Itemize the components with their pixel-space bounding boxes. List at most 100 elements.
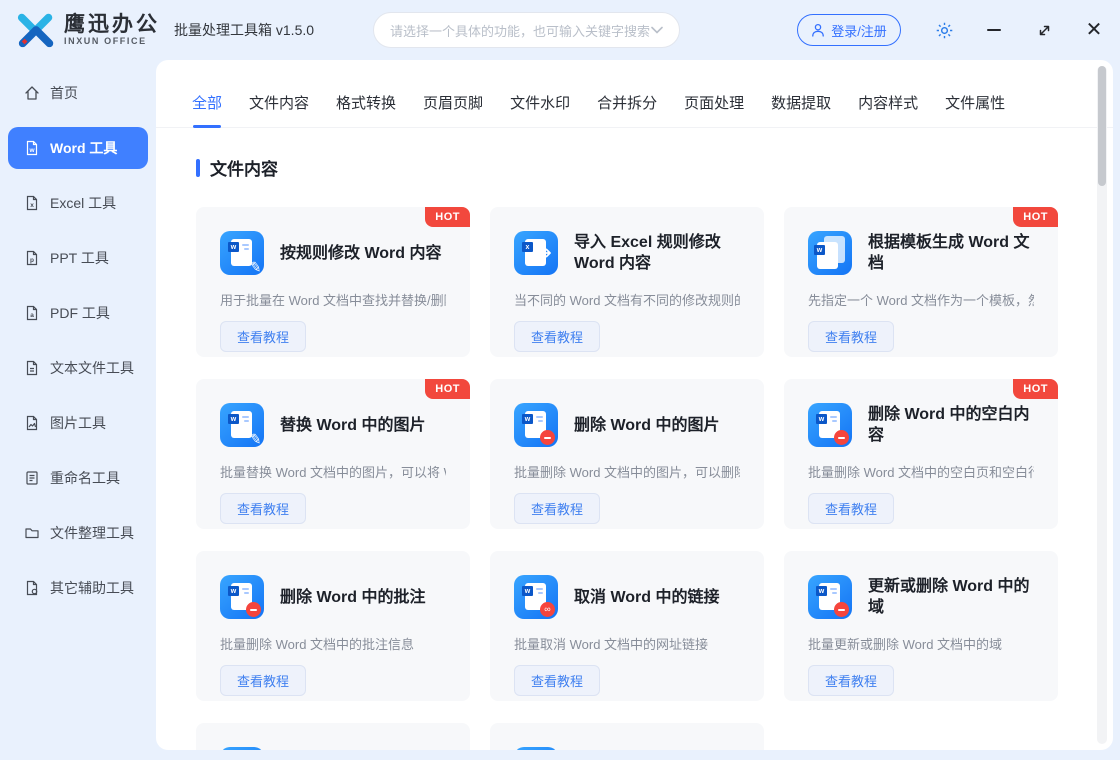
tool-card-partial[interactable]: w [196, 723, 470, 750]
word-edit-icon: w ✎ [220, 231, 264, 276]
tab-format-convert[interactable]: 格式转换 [336, 92, 396, 113]
tool-card-update-delete-word-fields[interactable]: w 更新或删除 Word 中的域 批量更新或删除 Word 文档中的域 查看教程 [784, 551, 1058, 701]
sidebar-item-text-file-tools[interactable]: 文本文件工具 [8, 347, 148, 389]
hot-badge: HOT [425, 207, 470, 227]
expand-icon [1039, 25, 1049, 35]
sidebar-item-rename-tools[interactable]: 重命名工具 [8, 457, 148, 499]
tool-card-grid: HOT w ✎ 按规则修改 Word 内容 用于批量在 Word 文档中查找并替… [196, 207, 1113, 750]
tab-page-process[interactable]: 页面处理 [684, 92, 744, 113]
gear-icon [936, 22, 952, 38]
tab-data-extract[interactable]: 数据提取 [771, 92, 831, 113]
view-tutorial-button[interactable]: 查看教程 [808, 493, 895, 524]
card-description: 批量取消 Word 文档中的网址链接 [514, 637, 709, 652]
search-placeholder: 请选择一个具体的功能，也可输入关键字搜索！ [390, 23, 651, 39]
card-description: 批量删除 Word 文档中的空白页和空白行。 [808, 465, 1034, 480]
view-tutorial-button[interactable]: 查看教程 [220, 665, 307, 696]
function-search-select[interactable]: 请选择一个具体的功能，也可输入关键字搜索！ [373, 12, 680, 48]
word-tool-icon: w [220, 747, 264, 750]
settings-button[interactable] [932, 18, 956, 42]
sidebar-item-ppt-tools[interactable]: p PPT 工具 [8, 237, 148, 279]
card-description: 当不同的 Word 文档有不同的修改规则的... [514, 293, 740, 308]
card-title: 删除 Word 中的空白内容 [868, 406, 1030, 444]
tab-file-property[interactable]: 文件属性 [945, 92, 1005, 113]
sidebar-item-label: PPT 工具 [50, 250, 109, 266]
sidebar: 首页 w Word 工具 x Excel 工具 p PPT 工具 a PDF 工… [0, 60, 156, 760]
sidebar-item-word-tools[interactable]: w Word 工具 [8, 127, 148, 169]
word-link-cancel-icon: w ∞ [514, 575, 558, 619]
tool-card-partial[interactable]: w [490, 723, 764, 750]
hot-badge: HOT [1013, 379, 1058, 399]
view-tutorial-button[interactable]: 查看教程 [220, 493, 307, 524]
category-tabs: 全部 文件内容 格式转换 页眉页脚 文件水印 合并拆分 页面处理 数据提取 内容… [156, 60, 1113, 128]
close-icon: ✕ [1085, 19, 1103, 41]
sidebar-item-home[interactable]: 首页 [8, 72, 148, 114]
sidebar-item-label: Excel 工具 [50, 195, 117, 211]
sidebar-item-label: 图片工具 [50, 415, 106, 431]
tool-card-generate-word-from-template[interactable]: HOT w 根据模板生成 Word 文档 先指定一个 Word 文档作为一个模板… [784, 207, 1058, 357]
sidebar-item-label: 首页 [50, 85, 78, 101]
sidebar-item-pdf-tools[interactable]: a PDF 工具 [8, 292, 148, 334]
login-register-button[interactable]: 登录/注册 [797, 14, 901, 46]
ppt-doc-icon: p [26, 250, 38, 266]
view-tutorial-button[interactable]: 查看教程 [514, 665, 601, 696]
sidebar-item-label: PDF 工具 [50, 305, 110, 321]
scrollbar-thumb[interactable] [1098, 66, 1106, 186]
word-comment-delete-icon: w [220, 575, 264, 619]
tab-merge-split[interactable]: 合并拆分 [597, 92, 657, 113]
minimize-icon [987, 29, 1001, 31]
tab-all[interactable]: 全部 [192, 92, 222, 113]
view-tutorial-button[interactable]: 查看教程 [808, 665, 895, 696]
section-title: 文件内容 [210, 160, 278, 179]
word-image-replace-icon: w ✎ [220, 403, 264, 448]
tool-card-modify-word-by-rule[interactable]: HOT w ✎ 按规则修改 Word 内容 用于批量在 Word 文档中查找并替… [196, 207, 470, 357]
view-tutorial-button[interactable]: 查看教程 [808, 321, 895, 352]
word-field-update-icon: w [808, 575, 852, 619]
tool-card-delete-word-images[interactable]: w 删除 Word 中的图片 批量删除 Word 文档中的图片，可以删除... … [490, 379, 764, 529]
svg-text:a: a [30, 312, 34, 319]
scrollbar-track[interactable] [1097, 66, 1107, 744]
sidebar-item-label: 其它辅助工具 [50, 580, 134, 596]
tab-header-footer[interactable]: 页眉页脚 [423, 92, 483, 113]
tool-card-delete-word-comments[interactable]: w 删除 Word 中的批注 批量删除 Word 文档中的批注信息 查看教程 [196, 551, 470, 701]
sidebar-item-label: Word 工具 [50, 140, 118, 156]
tool-card-import-excel-rules[interactable]: x 导入 Excel 规则修改 Word 内容 当不同的 Word 文档有不同的… [490, 207, 764, 357]
image-icon [26, 415, 38, 431]
card-title: 更新或删除 Word 中的域 [868, 578, 1030, 616]
view-tutorial-button[interactable]: 查看教程 [514, 493, 601, 524]
hot-badge: HOT [1013, 207, 1058, 227]
card-description: 先指定一个 Word 文档作为一个模板，然... [808, 293, 1034, 308]
card-title: 替换 Word 中的图片 [280, 416, 426, 434]
excel-import-icon: x [514, 231, 558, 275]
tool-card-cancel-word-links[interactable]: w ∞ 取消 Word 中的链接 批量取消 Word 文档中的网址链接 查看教程 [490, 551, 764, 701]
sidebar-item-file-organize-tools[interactable]: 文件整理工具 [8, 512, 148, 554]
text-file-icon [26, 360, 38, 376]
view-tutorial-button[interactable]: 查看教程 [220, 321, 307, 352]
svg-text:w: w [28, 147, 35, 154]
sidebar-item-excel-tools[interactable]: x Excel 工具 [8, 182, 148, 224]
tab-watermark[interactable]: 文件水印 [510, 92, 570, 113]
sidebar-item-label: 文件整理工具 [50, 525, 134, 541]
other-tools-icon [26, 580, 38, 596]
user-icon [812, 23, 825, 37]
close-button[interactable]: ✕ [1082, 18, 1106, 42]
card-title: 按规则修改 Word 内容 [280, 244, 442, 262]
minimize-button[interactable] [982, 18, 1006, 42]
card-description: 批量删除 Word 文档中的批注信息 [220, 637, 415, 652]
home-icon [25, 86, 39, 100]
word-blank-delete-icon: w [808, 403, 852, 447]
card-description: 批量更新或删除 Word 文档中的域 [808, 637, 1003, 652]
tab-file-content[interactable]: 文件内容 [249, 92, 309, 113]
folder-icon [25, 528, 39, 539]
card-title: 取消 Word 中的链接 [574, 588, 720, 606]
rename-list-icon [26, 471, 38, 485]
sidebar-item-image-tools[interactable]: 图片工具 [8, 402, 148, 444]
word-template-icon: w [808, 231, 852, 275]
view-tutorial-button[interactable]: 查看教程 [514, 321, 601, 352]
tab-content-style[interactable]: 内容样式 [858, 92, 918, 113]
main-content-panel: 全部 文件内容 格式转换 页眉页脚 文件水印 合并拆分 页面处理 数据提取 内容… [156, 60, 1113, 750]
sidebar-item-other-tools[interactable]: 其它辅助工具 [8, 567, 148, 609]
maximize-button[interactable] [1032, 18, 1056, 42]
tool-card-replace-word-images[interactable]: HOT w ✎ 替换 Word 中的图片 批量替换 Word 文档中的图片，可以… [196, 379, 470, 529]
section-accent-bar [196, 158, 200, 177]
tool-card-delete-word-blank-content[interactable]: HOT w 删除 Word 中的空白内容 批量删除 Word 文档中的空白页和空… [784, 379, 1058, 529]
